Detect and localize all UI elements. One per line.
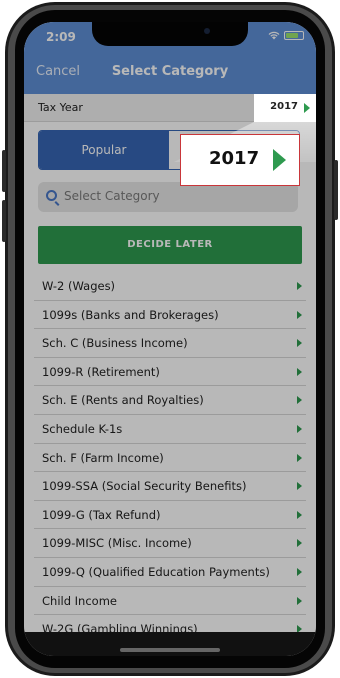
chevron-right-icon bbox=[297, 310, 302, 319]
zoom-callout: 2017 bbox=[180, 134, 300, 186]
status-icons bbox=[268, 31, 304, 40]
list-item-label: Schedule K-1s bbox=[42, 421, 123, 436]
chevron-right-icon bbox=[297, 339, 302, 348]
list-item[interactable]: Sch. E (Rents and Royalties) bbox=[34, 386, 306, 415]
chevron-right-icon bbox=[297, 510, 302, 519]
search-field[interactable]: Select Category bbox=[38, 182, 298, 212]
list-item-label: 1099-SSA (Social Security Benefits) bbox=[42, 479, 247, 494]
list-item-label: 1099-R (Retirement) bbox=[42, 364, 160, 379]
tax-year-label: Tax Year bbox=[38, 101, 83, 114]
list-item-label: W-2 (Wages) bbox=[42, 279, 116, 293]
chevron-right-icon bbox=[297, 596, 302, 605]
battery-icon bbox=[284, 31, 304, 40]
chevron-right-icon bbox=[297, 453, 302, 462]
tax-year-highlight-value: 2017 bbox=[270, 101, 298, 112]
list-item[interactable]: W-2 (Wages) bbox=[34, 272, 306, 301]
list-item-label: 1099-G (Tax Refund) bbox=[42, 507, 161, 522]
list-item[interactable]: 1099-Q (Qualified Education Payments) bbox=[34, 558, 306, 587]
list-item[interactable]: 1099-MISC (Misc. Income) bbox=[34, 529, 306, 558]
search-placeholder: Select Category bbox=[64, 189, 160, 203]
list-item-label: 1099-Q (Qualified Education Payments) bbox=[42, 564, 270, 579]
home-indicator[interactable] bbox=[120, 648, 220, 652]
list-item[interactable]: Sch. F (Farm Income) bbox=[34, 444, 306, 473]
list-item-label: Sch. C (Business Income) bbox=[42, 336, 188, 351]
list-item[interactable]: Child Income bbox=[34, 587, 306, 616]
list-item-label: 1099s (Banks and Brokerages) bbox=[42, 307, 219, 322]
power-button bbox=[334, 160, 338, 220]
list-item[interactable]: 1099-SSA (Social Security Benefits) bbox=[34, 472, 306, 501]
list-item[interactable]: 1099s (Banks and Brokerages) bbox=[34, 301, 306, 330]
list-item[interactable]: 1099-G (Tax Refund) bbox=[34, 501, 306, 530]
play-arrow-icon bbox=[273, 149, 286, 171]
chevron-right-icon bbox=[297, 367, 302, 376]
chevron-right-icon bbox=[297, 424, 302, 433]
list-item-label: Sch. F (Farm Income) bbox=[42, 450, 164, 465]
category-list: W-2 (Wages) 1099s (Banks and Brokerages)… bbox=[34, 272, 306, 644]
chevron-right-icon bbox=[297, 396, 302, 405]
nav-header: 2:09 Select Category Cancel bbox=[24, 22, 316, 94]
chevron-right-icon bbox=[297, 482, 302, 491]
notch bbox=[92, 22, 248, 46]
volume-down-button bbox=[2, 200, 6, 242]
bottom-bar bbox=[24, 632, 316, 656]
chevron-right-icon bbox=[297, 567, 302, 576]
app-screen: 2:09 Select Category Cancel Tax Year 201… bbox=[24, 22, 316, 656]
list-item[interactable]: Sch. C (Business Income) bbox=[34, 329, 306, 358]
list-item-label: Child Income bbox=[42, 593, 117, 608]
tab-popular[interactable]: Popular bbox=[39, 131, 169, 169]
status-time: 2:09 bbox=[46, 30, 76, 44]
wifi-icon bbox=[268, 31, 280, 40]
camera-icon bbox=[204, 28, 210, 34]
list-item[interactable]: Schedule K-1s bbox=[34, 415, 306, 444]
callout-year: 2017 bbox=[209, 148, 260, 169]
cancel-button[interactable]: Cancel bbox=[36, 64, 80, 79]
list-item[interactable]: 1099-R (Retirement) bbox=[34, 358, 306, 387]
list-item-label: 1099-MISC (Misc. Income) bbox=[42, 536, 192, 551]
list-item-label: Sch. E (Rents and Royalties) bbox=[42, 393, 204, 408]
search-icon bbox=[46, 190, 57, 201]
chevron-right-icon bbox=[297, 282, 302, 290]
chevron-right-icon bbox=[304, 103, 310, 113]
chevron-right-icon bbox=[297, 539, 302, 548]
volume-up-button bbox=[2, 150, 6, 192]
decide-later-button[interactable]: DECIDE LATER bbox=[38, 226, 302, 264]
tax-year-highlight[interactable]: 2017 bbox=[254, 94, 316, 122]
